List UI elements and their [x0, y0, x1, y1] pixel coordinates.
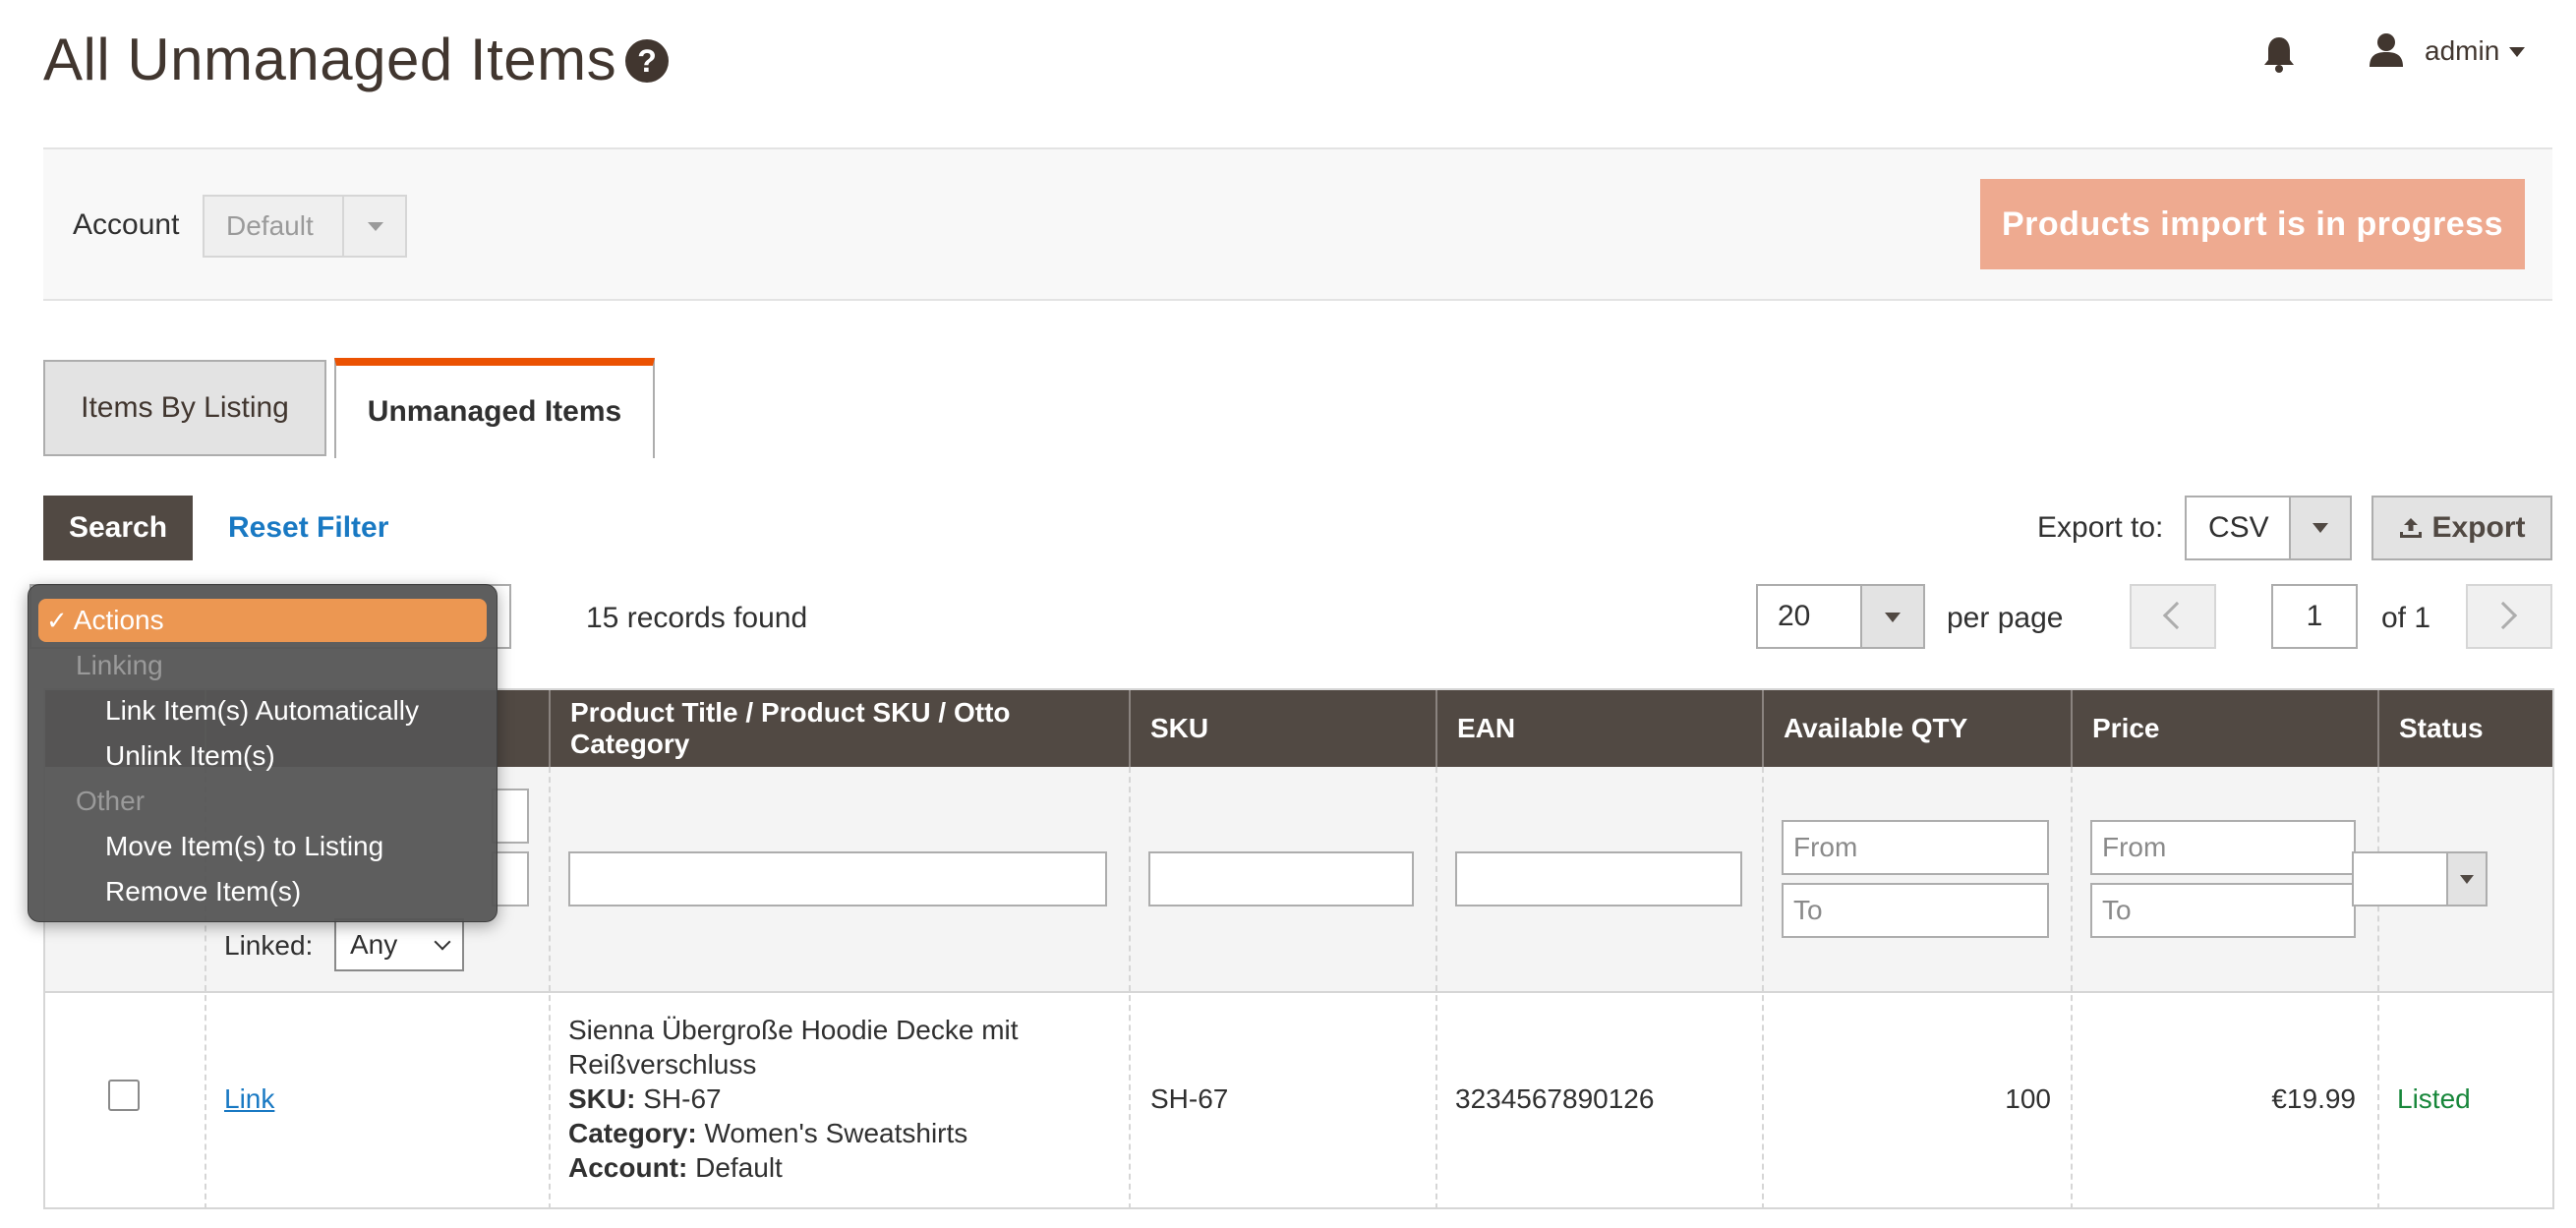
page-title: All Unmanaged Items — [43, 27, 617, 92]
column-header-status[interactable]: Status — [2377, 690, 2552, 767]
row-qty: 100 — [2005, 1083, 2051, 1114]
chevron-down-icon — [2289, 497, 2350, 558]
chevron-down-icon — [2446, 853, 2486, 905]
menu-item-unlink[interactable]: Unlink Item(s) — [105, 740, 275, 772]
user-menu[interactable]: admin — [2425, 35, 2499, 67]
column-header-price[interactable]: Price — [2071, 690, 2377, 767]
filter-price-to-input[interactable]: To — [2090, 883, 2356, 938]
export-format-select[interactable]: CSV — [2185, 496, 2352, 560]
tab-unmanaged-items[interactable]: Unmanaged Items — [334, 358, 655, 458]
filter-ean-input[interactable] — [1455, 851, 1742, 906]
menu-item-actions[interactable]: ✓ Actions — [38, 599, 487, 642]
menu-item-move-to-listing[interactable]: Move Item(s) to Listing — [105, 831, 383, 862]
previous-page-button[interactable] — [2130, 584, 2216, 649]
actions-dropdown-menu[interactable]: ✓ Actions Linking Link Item(s) Automatic… — [28, 584, 498, 922]
column-divider — [549, 767, 551, 1209]
row-product-title: Sienna Übergroße Hoodie Decke mit Reißve… — [568, 1015, 1019, 1080]
bell-icon[interactable] — [2261, 35, 2297, 75]
column-divider — [1762, 767, 1764, 1209]
chevron-down-icon[interactable] — [2509, 47, 2525, 57]
menu-group-linking: Linking — [76, 650, 163, 680]
column-divider — [2071, 767, 2073, 1209]
account-select[interactable]: Default — [203, 195, 407, 258]
menu-item-link-automatically[interactable]: Link Item(s) Automatically — [105, 695, 419, 727]
column-header-ean[interactable]: EAN — [1435, 690, 1762, 767]
filter-sku-input[interactable] — [1148, 851, 1414, 906]
per-page-select[interactable]: 20 — [1756, 584, 1925, 649]
tab-items-by-listing[interactable]: Items By Listing — [43, 360, 326, 456]
column-header-title[interactable]: Product Title / Product SKU / Otto Categ… — [549, 690, 1129, 767]
column-header-sku[interactable]: SKU — [1129, 690, 1435, 767]
row-ean: 3234567890126 — [1455, 1083, 1655, 1114]
export-button[interactable]: Export — [2371, 496, 2552, 560]
menu-group-other: Other — [76, 786, 146, 816]
chevron-right-icon — [2488, 601, 2518, 630]
page-total: of 1 — [2381, 602, 2431, 634]
export-format-value: CSV — [2208, 511, 2269, 544]
export-label: Export to: — [2037, 511, 2164, 544]
export-button-label: Export — [2431, 511, 2526, 544]
search-button[interactable]: Search — [43, 496, 193, 560]
help-icon[interactable]: ? — [625, 39, 669, 83]
user-icon[interactable] — [2368, 31, 2405, 69]
linked-filter-label: Linked: — [224, 930, 314, 961]
column-divider — [2377, 767, 2379, 1209]
account-label: Account — [73, 208, 180, 241]
row-sku: SH-67 — [1150, 1083, 1229, 1114]
next-page-button[interactable] — [2466, 584, 2552, 649]
filter-title-input[interactable] — [568, 851, 1107, 906]
row-product-account: Account: Default — [568, 1152, 783, 1183]
chevron-left-icon — [2162, 601, 2192, 630]
import-status-button[interactable]: Products import is in progress — [1980, 179, 2525, 269]
row-price: €19.99 — [2271, 1083, 2356, 1114]
per-page-label: per page — [1947, 602, 2064, 634]
row-product-sku: SKU: SH-67 — [568, 1083, 722, 1114]
account-select-value: Default — [226, 210, 314, 241]
per-page-value: 20 — [1778, 600, 1811, 632]
row-checkbox[interactable] — [108, 1080, 140, 1111]
records-count: 15 records found — [586, 602, 808, 634]
column-divider — [1129, 767, 1131, 1209]
chevron-down-icon — [1860, 586, 1923, 647]
linked-filter-select[interactable]: Any — [334, 918, 464, 971]
column-divider — [1435, 767, 1437, 1209]
filter-qty-to-input[interactable]: To — [1782, 883, 2049, 938]
row-link[interactable]: Link — [224, 1083, 274, 1115]
row-product-info: Sienna Übergroße Hoodie Decke mit Reißve… — [568, 1013, 1080, 1185]
chevron-down-icon — [342, 197, 405, 256]
reset-filter-link[interactable]: Reset Filter — [228, 511, 388, 545]
column-header-qty[interactable]: Available QTY — [1762, 690, 2071, 767]
menu-item-actions-label: Actions — [73, 605, 164, 635]
menu-item-remove[interactable]: Remove Item(s) — [105, 876, 301, 907]
upload-icon — [2400, 518, 2423, 538]
filter-price-from-input[interactable]: From — [2090, 820, 2356, 875]
row-status: Listed — [2397, 1083, 2471, 1114]
filter-status-select[interactable] — [2352, 851, 2488, 906]
checkmark-icon: ✓ — [46, 605, 68, 635]
filter-qty-from-input[interactable]: From — [1782, 820, 2049, 875]
page-number-input[interactable]: 1 — [2271, 584, 2358, 649]
row-product-category: Category: Women's Sweatshirts — [568, 1118, 968, 1148]
